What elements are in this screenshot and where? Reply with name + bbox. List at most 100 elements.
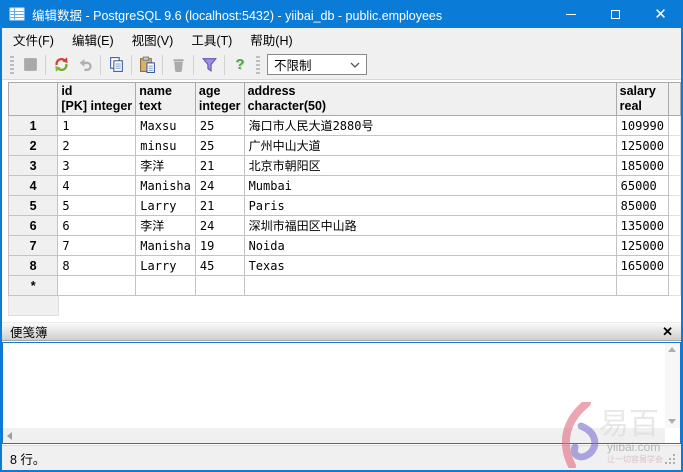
grid-row-filler [669,216,681,236]
grid-cell-salary[interactable]: 165000 [616,256,668,276]
row-limit-dropdown[interactable]: 不限制 [267,54,367,75]
grid-cell-name[interactable]: Maxsu [136,116,196,136]
grid-cell-id[interactable]: 1 [58,116,136,136]
undo-button[interactable] [74,54,96,76]
scratchpad-textarea[interactable] [4,344,664,427]
grid-cell-id[interactable]: 7 [58,236,136,256]
menu-tools[interactable]: 工具(T) [182,27,241,52]
column-header-name[interactable]: name text [136,83,196,116]
grid-cell-salary[interactable]: 135000 [616,216,668,236]
paste-button[interactable] [136,54,158,76]
row-number[interactable]: 2 [9,136,58,156]
grid-cell-address[interactable]: Texas [244,256,616,276]
minimize-button[interactable] [548,0,593,28]
scratchpad-header: 便笺簿 ✕ [2,322,681,341]
grid-cell-age[interactable]: 21 [195,156,244,176]
grid-header-filler [669,83,681,116]
grid-row-filler [669,256,681,276]
grid-cell-name[interactable]: 李洋 [136,156,196,176]
row-number[interactable]: 1 [9,116,58,136]
filter-button[interactable] [198,54,220,76]
column-header-id[interactable]: id [PK] integer [58,83,136,116]
grid-cell-name[interactable]: 李洋 [136,216,196,236]
grid-cell-age[interactable]: 25 [195,116,244,136]
row-number[interactable]: 5 [9,196,58,216]
grid-cell-salary[interactable] [616,276,668,296]
refresh-button[interactable] [50,54,72,76]
grid-cell-address[interactable]: 北京市朝阳区 [244,156,616,176]
column-header-address[interactable]: address character(50) [244,83,616,116]
grid-cell-address[interactable]: 广州中山大道 [244,136,616,156]
copy-button[interactable] [105,54,127,76]
toolbar-separator [162,55,163,75]
grid-cell-address[interactable]: 海口市人民大道2880号 [244,116,616,136]
grid-cell-name[interactable] [136,276,196,296]
scratchpad-close-button[interactable]: ✕ [662,325,673,338]
column-header-salary[interactable]: salary real [616,83,668,116]
row-number[interactable]: 8 [9,256,58,276]
grid-cell-name[interactable]: Larry [136,196,196,216]
grid-cell-id[interactable]: 8 [58,256,136,276]
grid-cell-id[interactable]: 2 [58,136,136,156]
grid-cell-id[interactable]: 4 [58,176,136,196]
save-icon [22,56,39,73]
grid-cell-age[interactable]: 21 [195,196,244,216]
toolbar-grip[interactable] [10,56,14,74]
grid-cell-name[interactable]: minsu [136,136,196,156]
column-header-age[interactable]: age integer [195,83,244,116]
row-number[interactable]: 4 [9,176,58,196]
toolbar-grip[interactable] [256,56,260,74]
grid-cell-address[interactable]: Noida [244,236,616,256]
grid-cell-salary[interactable]: 85000 [616,196,668,216]
grid-cell-address[interactable]: Paris [244,196,616,216]
column-type: real [620,99,665,114]
menu-edit[interactable]: 编辑(E) [63,27,123,52]
grid-cell-id[interactable]: 5 [58,196,136,216]
column-type: text [139,99,192,114]
grid-cell-salary[interactable]: 185000 [616,156,668,176]
grid-cell-age[interactable]: 25 [195,136,244,156]
menu-view[interactable]: 视图(V) [123,27,183,52]
scroll-down-icon[interactable] [668,419,676,424]
grid-cell-salary[interactable]: 65000 [616,176,668,196]
grid-cell-age[interactable] [195,276,244,296]
grid-row-filler [669,196,681,216]
horizontal-scrollbar[interactable] [3,428,665,443]
grid-cell-age[interactable]: 24 [195,216,244,236]
column-type: integer [199,99,241,114]
row-number[interactable]: 7 [9,236,58,256]
grid-cell-salary[interactable]: 109990 [616,116,668,136]
row-number[interactable]: 3 [9,156,58,176]
save-button[interactable] [19,54,41,76]
column-type: character(50) [248,99,613,114]
help-button[interactable]: ? [229,54,251,76]
grid-cell-id[interactable]: 3 [58,156,136,176]
grid-cell-address[interactable] [244,276,616,296]
grid-cell-name[interactable]: Manisha [136,176,196,196]
delete-button[interactable] [167,54,189,76]
scroll-up-icon[interactable] [668,347,676,352]
grid-cell-age[interactable]: 45 [195,256,244,276]
grid-cell-salary[interactable]: 125000 [616,236,668,256]
grid-cell-salary[interactable]: 125000 [616,136,668,156]
close-button[interactable]: ✕ [638,0,683,28]
row-number[interactable]: 6 [9,216,58,236]
grid-cell-name[interactable]: Larry [136,256,196,276]
scroll-left-icon[interactable] [7,432,12,440]
grid-cell-address[interactable]: Mumbai [244,176,616,196]
grid-cell-name[interactable]: Manisha [136,236,196,256]
grid-cell-address[interactable]: 深圳市福田区中山路 [244,216,616,236]
grid-cell-id[interactable] [58,276,136,296]
row-count-status: 8 行。 [10,449,45,468]
maximize-button[interactable] [593,0,638,28]
resize-grip[interactable] [664,453,676,465]
grid-cell-age[interactable]: 24 [195,176,244,196]
grid-cell-id[interactable]: 6 [58,216,136,236]
vertical-scrollbar[interactable] [665,343,680,428]
chevron-down-icon [350,62,360,68]
menu-help[interactable]: 帮助(H) [241,27,301,52]
grid-cell-age[interactable]: 19 [195,236,244,256]
row-number[interactable]: * [9,276,58,296]
menu-file[interactable]: 文件(F) [4,27,63,52]
grid-row-filler [669,236,681,256]
